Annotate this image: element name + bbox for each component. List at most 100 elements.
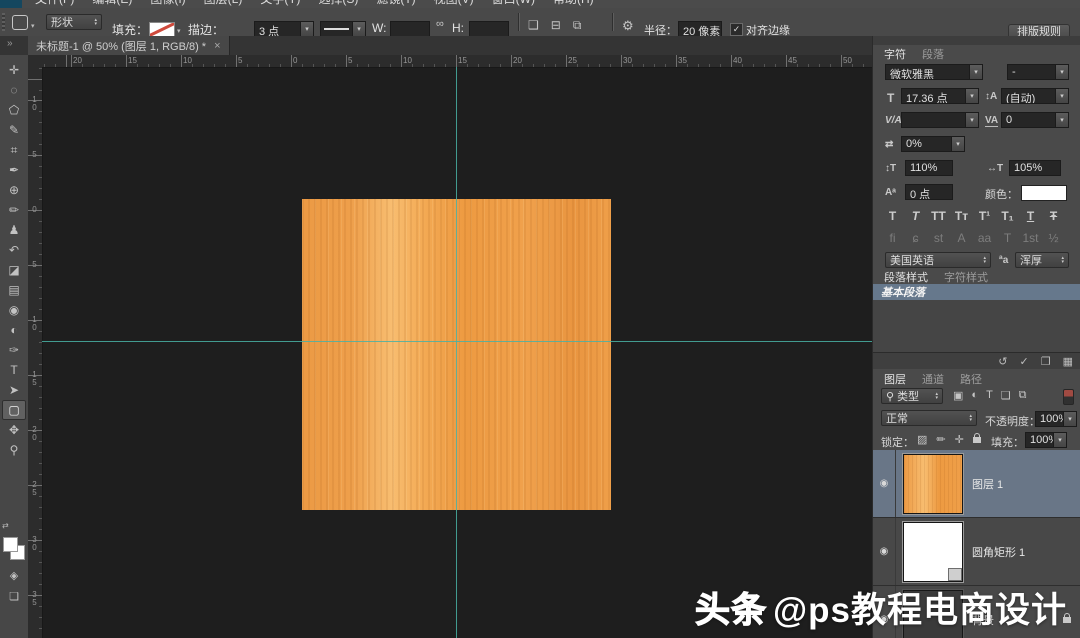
menu-item[interactable]: 滤镜(T) — [367, 0, 424, 7]
zoom-tool-icon[interactable]: ⚲ — [2, 440, 26, 460]
pen-tool-icon[interactable]: ✑ — [2, 340, 26, 360]
stroke-width-select[interactable]: 3 点 ▾ — [254, 21, 314, 37]
vertical-scale-input[interactable]: 110% — [905, 160, 953, 176]
menu-item[interactable]: 图层(L) — [195, 0, 252, 7]
tracking-select[interactable]: 0 ▾ — [1001, 112, 1069, 128]
kerning-select[interactable]: ▾ — [901, 112, 979, 128]
layer-filter-select[interactable]: ⚲ 类型 ▴▾ — [881, 388, 943, 404]
dropdown-icon[interactable]: ▾ — [352, 22, 365, 36]
tab-paths[interactable]: 路径 — [953, 370, 989, 388]
eraser-tool-icon[interactable]: ◪ — [2, 260, 26, 280]
fill-amount-input[interactable]: 100% ▾ — [1025, 432, 1067, 448]
filter-toggle-switch[interactable] — [1063, 389, 1074, 405]
tab-character[interactable]: 字符 — [877, 45, 913, 63]
move-tool-icon[interactable]: ✛ — [2, 60, 26, 80]
menu-item[interactable]: 帮助(H) — [544, 0, 603, 7]
antialias-select[interactable]: 浑厚 ▴▾ — [1015, 252, 1069, 268]
layer-thumbnail[interactable] — [903, 522, 963, 582]
horizontal-ruler[interactable]: 201510505101520253035404550 — [42, 55, 872, 68]
visibility-eye-icon[interactable]: ◉ — [873, 518, 896, 585]
path-alignment-icon[interactable]: ⊟ — [551, 18, 561, 33]
hand-tool-icon[interactable]: ✥ — [2, 420, 26, 440]
vertical-guide[interactable] — [456, 67, 457, 638]
dropdown-icon[interactable]: ▾ — [1055, 113, 1068, 127]
pixel-filter-icon[interactable]: ▣ — [953, 389, 963, 402]
width-input[interactable] — [390, 21, 430, 37]
menu-item[interactable]: 视图(V) — [425, 0, 483, 7]
tab-layers[interactable]: 图层 — [877, 370, 913, 388]
screen-mode-icon[interactable]: ❏ — [0, 590, 28, 603]
menu-item[interactable]: 选择(S) — [309, 0, 367, 7]
current-tool-icon[interactable] — [12, 15, 28, 30]
history-brush-tool-icon[interactable]: ↶ — [2, 240, 26, 260]
new-style-icon[interactable]: ❐ — [1041, 355, 1051, 368]
opentype-button[interactable]: fi — [883, 230, 902, 246]
commit-icon[interactable]: ✓ — [1020, 355, 1029, 368]
stroke-style-select[interactable]: ▾ — [320, 21, 366, 37]
brush-tool-icon[interactable]: ✏ — [2, 200, 26, 220]
fill-caret-icon[interactable]: ▾ — [177, 27, 181, 35]
quick-selection-tool-icon[interactable]: ✎ — [2, 120, 26, 140]
layer-thumbnail[interactable] — [903, 454, 963, 514]
shape-filter-icon[interactable]: ❑ — [1001, 389, 1011, 402]
layer-row[interactable]: ◉图层 1 — [873, 450, 1080, 518]
menu-item[interactable]: 文字(Y) — [251, 0, 309, 7]
quick-mask-icon[interactable]: ◈ — [0, 569, 28, 582]
type-filter-icon[interactable]: T — [986, 389, 993, 402]
menu-item[interactable]: 文件(F) — [26, 0, 83, 7]
opentype-button[interactable]: aa — [975, 230, 994, 246]
format-button[interactable]: Tᴛ — [952, 208, 971, 224]
dropdown-icon[interactable]: ▾ — [300, 22, 313, 36]
clone-stamp-tool-icon[interactable]: ♟ — [2, 220, 26, 240]
dropdown-icon[interactable]: ▾ — [1055, 89, 1068, 103]
format-button[interactable]: T — [1021, 208, 1040, 224]
dropdown-icon[interactable]: ▾ — [951, 137, 964, 151]
font-family-select[interactable]: 微软雅黑 ▾ — [885, 64, 983, 80]
options-bar-grip[interactable] — [2, 13, 5, 31]
menu-item[interactable]: 编辑(E) — [83, 0, 141, 7]
opentype-button[interactable]: st — [929, 230, 948, 246]
blur-tool-icon[interactable]: ◉ — [2, 300, 26, 320]
eyedropper-tool-icon[interactable]: ✒ — [2, 160, 26, 180]
horizontal-scale-input[interactable]: 105% — [1009, 160, 1061, 176]
proportional-spacing-select[interactable]: 0% ▾ — [901, 136, 965, 152]
format-button[interactable]: TT — [929, 208, 948, 224]
dropdown-icon[interactable]: ▾ — [1055, 65, 1068, 79]
vertical-ruler[interactable]: 10505101520253035 — [28, 67, 43, 638]
path-operations-icon[interactable]: ❑ — [528, 18, 539, 33]
lasso-tool-icon[interactable]: ⬠ — [2, 100, 26, 120]
healing-brush-tool-icon[interactable]: ⊕ — [2, 180, 26, 200]
path-arrangement-icon[interactable]: ⧉ — [573, 18, 582, 33]
opentype-button[interactable]: ½ — [1044, 230, 1063, 246]
tool-preset-caret-icon[interactable]: ▾ — [31, 22, 35, 30]
layer-row[interactable]: ◉圆角矩形 1 — [873, 518, 1080, 586]
baseline-shift-input[interactable]: 0 点 — [905, 184, 953, 200]
blend-mode-select[interactable]: 正常 ▴▾ — [881, 410, 977, 426]
dropdown-icon[interactable]: ▾ — [965, 89, 978, 103]
link-dimensions-icon[interactable]: ∞ — [436, 18, 444, 30]
lock-position-icon[interactable]: ✛ — [955, 433, 964, 446]
format-button[interactable]: Ŧ — [1044, 208, 1063, 224]
menu-item[interactable]: 窗口(W) — [483, 0, 544, 7]
visibility-eye-icon[interactable]: ◉ — [873, 450, 896, 517]
font-size-select[interactable]: 17.36 点 ▾ — [901, 88, 979, 104]
canvas-area[interactable]: 201510505101520253035404550 105051015202… — [28, 55, 872, 638]
opentype-button[interactable]: 1st — [1021, 230, 1040, 246]
smart-object-filter-icon[interactable]: ⧉ — [1019, 389, 1027, 402]
crop-tool-icon[interactable]: ⌗ — [2, 140, 26, 160]
dodge-tool-icon[interactable]: ◐ — [2, 320, 26, 340]
tab-paragraph[interactable]: 段落 — [915, 45, 951, 63]
tool-mode-select[interactable]: 形状 ▴▾ — [46, 14, 102, 30]
horizontal-guide[interactable] — [42, 341, 872, 342]
opacity-input[interactable]: 100% ▾ — [1035, 411, 1077, 427]
radius-input[interactable]: 20 像素 — [678, 21, 722, 37]
type-tool-icon[interactable]: T — [2, 360, 26, 380]
lock-all-icon[interactable] — [973, 437, 981, 443]
leading-select[interactable]: (自动) ▾ — [1001, 88, 1069, 104]
text-color-swatch[interactable] — [1021, 185, 1067, 201]
fill-swatch[interactable] — [149, 22, 175, 37]
basic-paragraph-row[interactable]: 基本段落 — [873, 284, 1080, 300]
toolbar-collapse-icon[interactable]: » — [7, 38, 13, 49]
gradient-tool-icon[interactable]: ▤ — [2, 280, 26, 300]
undo-icon[interactable]: ↺ — [998, 355, 1007, 368]
